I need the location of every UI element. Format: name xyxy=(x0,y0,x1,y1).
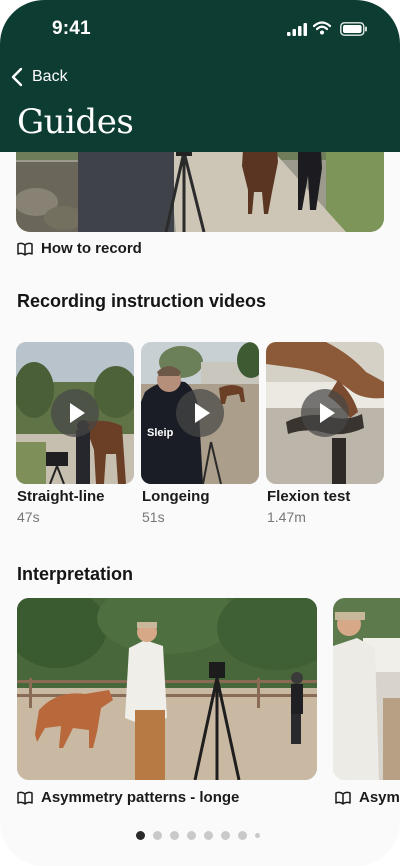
interpretation-section-title: Interpretation xyxy=(17,564,134,584)
interpretation-card-label: Asymmetry patterns - longe xyxy=(41,789,240,806)
video-duration-flexion-test: 1.47m xyxy=(267,509,306,525)
interpretation-card-label-2: Asym xyxy=(359,789,400,806)
interpretation-card-caption[interactable]: Asymmetry patterns - longe xyxy=(17,789,239,806)
book-open-icon xyxy=(17,791,33,805)
battery-icon xyxy=(340,22,367,36)
phone-screen: How to record Recording instruction vide… xyxy=(0,0,400,866)
book-open-icon xyxy=(335,791,351,805)
chevron-left-icon xyxy=(11,67,23,87)
play-icon[interactable] xyxy=(51,389,99,437)
recording-section-title: Recording instruction videos xyxy=(17,291,267,311)
video-thumbnail-flexion-test[interactable] xyxy=(266,342,384,484)
top-nav-header: 9:41 Back Guides xyxy=(0,0,400,152)
page-title: Guides xyxy=(17,102,134,142)
page-dot[interactable] xyxy=(153,830,162,840)
video-thumbnail-longeing[interactable]: Sleip xyxy=(141,342,259,484)
svg-text:Sleip: Sleip xyxy=(147,427,174,439)
signal-icon xyxy=(287,23,307,36)
status-bar: 9:41 xyxy=(0,0,400,56)
video-duration-straight-line: 47s xyxy=(17,509,40,525)
how-to-record-caption[interactable]: How to record xyxy=(17,240,142,257)
interpretation-card-image-2[interactable] xyxy=(333,598,400,780)
video-thumbnail-straight-line[interactable] xyxy=(16,342,134,484)
video-label-longeing: Longeing xyxy=(142,488,210,505)
page-indicator[interactable] xyxy=(0,828,400,842)
status-time: 9:41 xyxy=(52,18,91,39)
video-label-flexion-test: Flexion test xyxy=(267,488,351,505)
page-dot[interactable] xyxy=(170,830,179,840)
video-label-straight-line: Straight-line xyxy=(17,488,105,505)
play-icon[interactable] xyxy=(176,389,224,437)
interpretation-card-image[interactable] xyxy=(17,598,317,780)
video-duration-longeing: 51s xyxy=(142,509,165,525)
page-dot[interactable] xyxy=(204,830,213,840)
back-button[interactable]: Back xyxy=(10,64,68,90)
guides-content[interactable]: How to record Recording instruction vide… xyxy=(0,152,400,866)
page-dot[interactable] xyxy=(255,832,260,838)
how-to-record-label: How to record xyxy=(41,240,142,257)
page-dot[interactable] xyxy=(238,830,247,840)
play-icon[interactable] xyxy=(301,389,349,437)
interpretation-card-caption-2[interactable]: Asym xyxy=(335,789,400,806)
page-dot[interactable] xyxy=(221,830,230,840)
book-open-icon xyxy=(17,242,33,256)
how-to-record-image[interactable] xyxy=(16,152,384,232)
wifi-icon xyxy=(313,21,331,35)
page-dot[interactable] xyxy=(187,830,196,840)
page-dot[interactable] xyxy=(136,830,145,840)
back-label: Back xyxy=(32,68,68,85)
